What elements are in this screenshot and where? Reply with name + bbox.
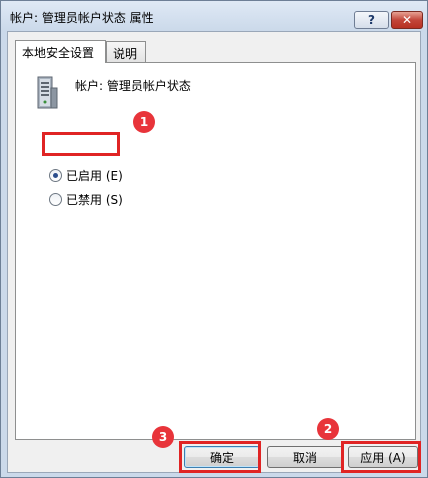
highlight-apply-button [341,441,421,473]
step-badge-1: 1 [133,111,155,133]
enabled-radio[interactable] [49,169,62,182]
step-badge-3: 3 [152,426,174,448]
tab-label: 本地安全设置 [22,46,95,60]
disabled-radio[interactable] [49,193,62,206]
tab-local-security-setting[interactable]: 本地安全设置 [15,40,106,63]
close-icon: ✕ [401,13,413,27]
enabled-radio-label: 已启用 (E) [66,169,123,183]
cancel-button-label: 取消 [292,450,317,465]
tab-label: 说明 [113,47,138,61]
properties-dialog: 帐户: 管理员帐户状态 属性 ? ✕ 本地安全设置 说明 帐户: 管理员帐户状态… [0,0,428,478]
tab-explain[interactable]: 说明 [106,41,146,62]
close-button[interactable]: ✕ [391,11,423,29]
highlight-ok-button [179,441,261,473]
policy-heading: 帐户: 管理员帐户状态 [75,79,191,93]
disabled-radio-label: 已禁用 (S) [66,193,123,207]
window-title: 帐户: 管理员帐户状态 属性 [10,11,154,25]
highlight-enabled-option [42,132,120,156]
help-icon: ? [368,13,375,27]
tab-panel: 帐户: 管理员帐户状态 已启用 (E) 已禁用 (S) [15,62,416,440]
server-icon [37,76,58,109]
disabled-radio-option[interactable]: 已禁用 (S) [49,191,123,208]
cancel-button[interactable]: 取消 [267,446,343,468]
title-bar[interactable]: 帐户: 管理员帐户状态 属性 ? ✕ [1,1,427,31]
enabled-radio-option[interactable]: 已启用 (E) [49,167,123,184]
step-badge-2: 2 [317,418,339,440]
help-button[interactable]: ? [354,11,389,29]
dialog-client-area: 本地安全设置 说明 帐户: 管理员帐户状态 已启用 (E) 已禁用 (S) 确定… [7,31,421,473]
